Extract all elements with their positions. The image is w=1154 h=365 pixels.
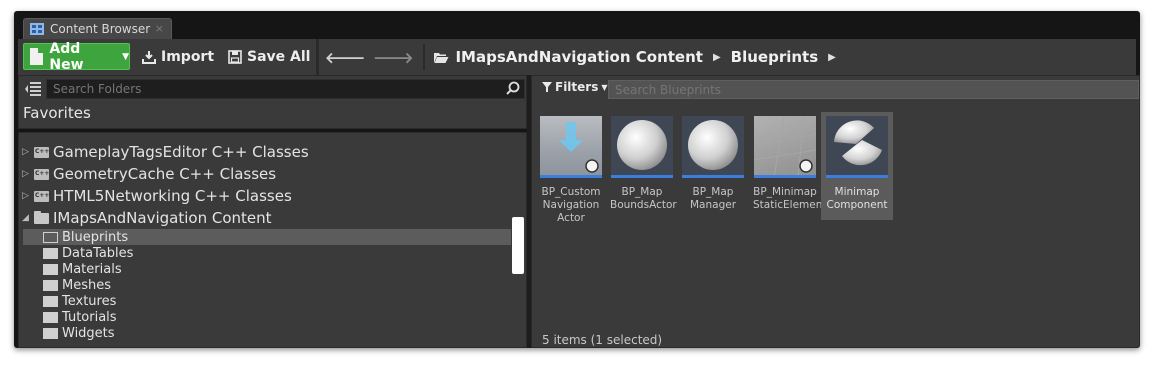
- nav-divider: [423, 44, 426, 70]
- navigation-arrow-icon: [559, 122, 599, 173]
- asset-name: Minimap Component: [826, 186, 888, 211]
- tab-title: Content Browser: [50, 22, 151, 36]
- sources-panel-icon[interactable]: [24, 81, 42, 97]
- folder-icon: [43, 247, 58, 259]
- tree-item-label: Blueprints: [62, 229, 129, 245]
- folder-icon: [43, 327, 58, 339]
- folder-icon: [43, 263, 58, 275]
- tree-item-imapsandnavigation[interactable]: ◢ IMapsAndNavigation Content: [19, 207, 272, 229]
- sphere-icon: [688, 120, 738, 170]
- tree-item-gameplaytags[interactable]: ▷ GameplayTagsEditor C++ Classes: [19, 141, 309, 163]
- asset-tile-bp-map-manager[interactable]: BP_Map Manager: [681, 116, 745, 212]
- tree-item-materials[interactable]: Materials: [23, 261, 511, 277]
- asset-tile-bp-minimap-staticelement[interactable]: BP_Minimap StaticElement: [753, 116, 827, 212]
- asset-name: BP_Map Manager: [689, 186, 737, 211]
- new-file-icon: [30, 48, 44, 65]
- filters-label: Filters: [555, 80, 599, 94]
- import-label: Import: [161, 48, 215, 65]
- tree-item-label: Widgets: [62, 325, 115, 341]
- cpp-folder-icon: [34, 146, 49, 158]
- chevron-down-icon: ▼: [122, 51, 129, 62]
- cpp-folder-icon: [34, 190, 49, 202]
- tree-item-label: Meshes: [62, 277, 111, 293]
- save-all-button[interactable]: Save All: [228, 43, 310, 70]
- component-sphere-icon: [834, 120, 882, 166]
- tree-item-label: Tutorials: [62, 309, 117, 325]
- asset-name: BP_Custom Navigation Actor: [541, 186, 601, 224]
- asset-thumbnail: [611, 116, 673, 178]
- asset-tile-minimap-component[interactable]: Minimap Component: [821, 112, 893, 220]
- folder-icon: [43, 279, 58, 291]
- save-icon: [228, 49, 242, 64]
- asset-name: BP_Map BoundsActor: [610, 186, 677, 211]
- asset-tile-bp-map-boundsactor[interactable]: BP_Map BoundsActor: [610, 116, 677, 212]
- tree-item-datatables[interactable]: DataTables: [23, 245, 511, 261]
- favorites-heading[interactable]: Favorites: [23, 104, 91, 122]
- tree-item-blueprints[interactable]: Blueprints: [23, 229, 511, 245]
- actor-icon: [754, 116, 816, 178]
- breadcrumb-chevron-icon[interactable]: ▶: [713, 52, 721, 63]
- asset-name: BP_Minimap StaticElement: [753, 186, 827, 211]
- toolbar-divider: [316, 39, 319, 75]
- tree-item-label: HTML5Networking C++ Classes: [53, 187, 292, 205]
- folder-search-panel: Favorites: [18, 75, 527, 129]
- search-icon[interactable]: [506, 81, 520, 95]
- folder-tree: ▷ GameplayTagsEditor C++ Classes ▷ Geome…: [18, 132, 527, 348]
- status-text: 5 items (1 selected): [542, 333, 663, 347]
- folder-tree-scrollbar[interactable]: [512, 217, 524, 274]
- tree-item-tutorials[interactable]: Tutorials: [23, 309, 511, 325]
- back-arrow-icon[interactable]: 🡐: [325, 48, 365, 67]
- breadcrumb: 🡐 🡒 IMapsAndNavigation Content ▶ Bluepri…: [321, 39, 840, 75]
- tree-item-label: GameplayTagsEditor C++ Classes: [53, 143, 309, 161]
- forward-arrow-icon[interactable]: 🡒: [373, 48, 413, 67]
- tree-item-textures[interactable]: Textures: [23, 293, 511, 309]
- breadcrumb-chevron-icon[interactable]: ▶: [828, 52, 836, 63]
- tree-item-label: Textures: [62, 293, 117, 309]
- asset-thumbnail: [682, 116, 744, 178]
- cpp-folder-icon: [34, 168, 49, 180]
- collapse-icon[interactable]: ◢: [22, 213, 32, 223]
- asset-thumbnail: [540, 116, 602, 178]
- tree-item-html5networking[interactable]: ▷ HTML5Networking C++ Classes: [19, 185, 292, 207]
- expand-icon[interactable]: ▷: [22, 169, 32, 179]
- folder-icon: [43, 311, 58, 323]
- folder-search-input[interactable]: [46, 79, 525, 99]
- asset-thumbnail: [826, 116, 888, 178]
- folder-open-icon: [434, 52, 449, 63]
- tree-item-label: DataTables: [62, 245, 134, 261]
- asset-tile-bp-custom-navigation-actor[interactable]: BP_Custom Navigation Actor: [539, 116, 603, 225]
- expand-icon[interactable]: ▷: [22, 191, 32, 201]
- content-browser-window: Content Browser × Add New ▼ Import Save …: [14, 11, 1140, 348]
- asset-search-input[interactable]: [608, 80, 1139, 99]
- toolbar: Add New ▼ Import Save All 🡐 🡒 IMapsAndNa…: [18, 39, 1136, 75]
- tree-item-meshes[interactable]: Meshes: [23, 277, 511, 293]
- tree-item-label: IMapsAndNavigation Content: [53, 209, 272, 227]
- add-new-label: Add New: [49, 40, 84, 73]
- save-all-label: Save All: [247, 48, 311, 65]
- tree-item-label: GeometryCache C++ Classes: [53, 165, 277, 183]
- tab-close-icon[interactable]: ×: [155, 22, 164, 35]
- sphere-icon: [617, 120, 667, 170]
- expand-icon[interactable]: ▷: [22, 147, 32, 157]
- folder-open-icon: [34, 210, 49, 224]
- folder-icon: [43, 231, 58, 243]
- asset-view: Filters ▼ BP_Custom Navigation Actor: [531, 75, 1140, 348]
- import-button[interactable]: Import: [142, 43, 214, 70]
- breadcrumb-root[interactable]: IMapsAndNavigation Content: [455, 48, 702, 66]
- import-icon: [142, 50, 156, 64]
- tree-item-geometrycache[interactable]: ▷ GeometryCache C++ Classes: [19, 163, 276, 185]
- chevron-down-icon: ▼: [601, 82, 608, 92]
- tab-content-browser[interactable]: Content Browser ×: [23, 18, 172, 39]
- tree-item-widgets[interactable]: Widgets: [23, 325, 511, 341]
- asset-thumbnail: [754, 116, 816, 178]
- content-browser-icon: [30, 23, 44, 35]
- filters-button[interactable]: Filters ▼: [542, 80, 608, 94]
- folder-icon: [43, 295, 58, 307]
- tree-item-label: Materials: [62, 261, 122, 277]
- breadcrumb-current[interactable]: Blueprints: [731, 48, 818, 66]
- add-new-button[interactable]: Add New ▼: [23, 40, 130, 73]
- filter-icon: [542, 82, 552, 92]
